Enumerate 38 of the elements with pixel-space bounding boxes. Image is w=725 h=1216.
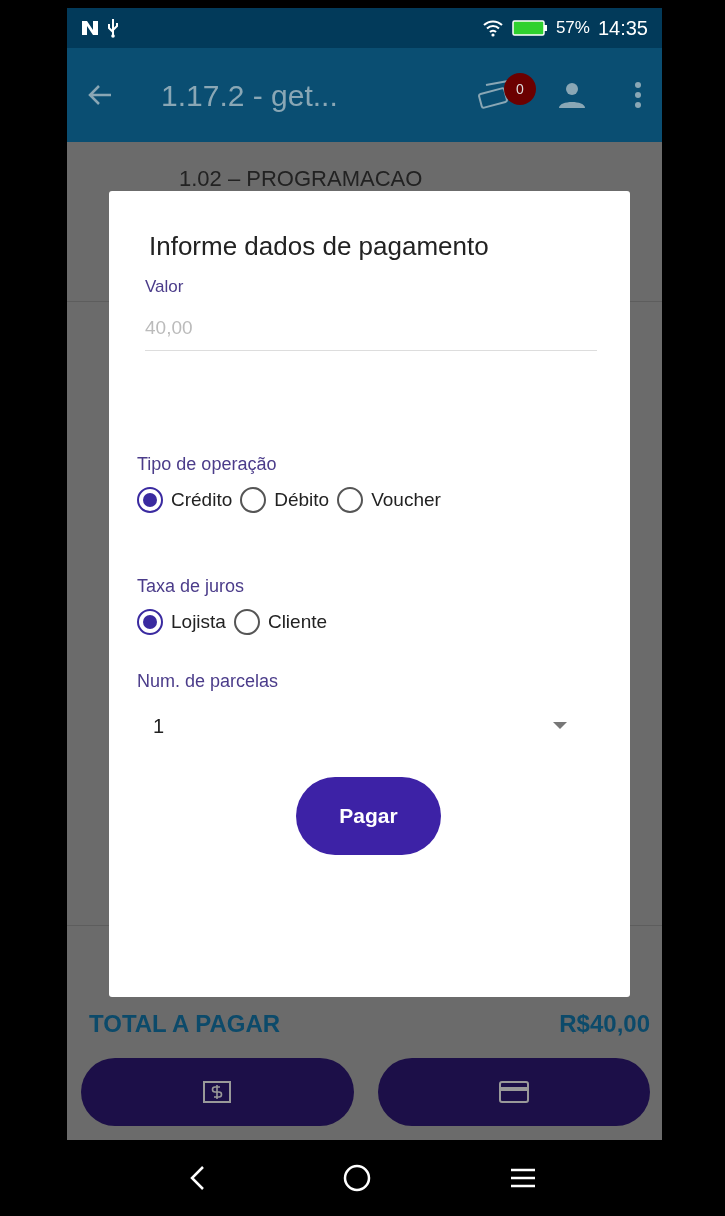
- more-options-icon[interactable]: [634, 81, 642, 109]
- usb-icon: [107, 18, 119, 38]
- radio-button[interactable]: [137, 487, 163, 514]
- cash-icon: [202, 1080, 233, 1104]
- total-label: TOTAL A PAGAR: [89, 1009, 281, 1039]
- clock-time: 14:35: [597, 16, 648, 41]
- card-icon: [497, 1080, 530, 1104]
- installments-dropdown[interactable]: 1: [137, 711, 567, 741]
- dialog-title: Informe dados de pagamento: [149, 230, 490, 263]
- item-title: 1.02 – PROGRAMACAO: [179, 166, 423, 191]
- radio-button[interactable]: [233, 608, 260, 635]
- field-label: Valor: [145, 276, 185, 298]
- radio-label[interactable]: Cliente: [267, 607, 328, 636]
- radio-label[interactable]: Lojista: [171, 607, 226, 636]
- group-label: Tipo de operação: [137, 453, 278, 476]
- back-arrow-icon[interactable]: [87, 84, 113, 106]
- cards-icon[interactable]: [478, 79, 510, 111]
- total-amount: R$40,00: [559, 1009, 650, 1039]
- radio-label[interactable]: Voucher: [371, 486, 441, 515]
- count-badge: 0: [504, 73, 536, 105]
- home-icon[interactable]: [343, 1164, 372, 1192]
- radio-button[interactable]: [137, 608, 163, 635]
- back-icon[interactable]: [189, 1165, 206, 1191]
- battery-percent: 57%: [555, 17, 590, 40]
- field-label: Num. de parcelas: [137, 670, 280, 693]
- dropdown-caret-icon: [553, 722, 567, 730]
- radio-label[interactable]: Débito: [274, 486, 330, 515]
- nfc-icon: [81, 20, 99, 36]
- radio-label[interactable]: Crédito: [171, 486, 233, 515]
- person-icon[interactable]: [558, 82, 586, 108]
- wifi-icon: [481, 19, 504, 37]
- group-label: Taxa de juros: [137, 574, 246, 598]
- app-bar-title: 1.17.2 - get...: [161, 77, 338, 114]
- menu-icon[interactable]: [509, 1167, 536, 1189]
- radio-button[interactable]: [240, 487, 267, 514]
- pay-button[interactable]: Pagar: [296, 777, 441, 855]
- radio-button[interactable]: [337, 487, 364, 514]
- battery-icon: [511, 19, 548, 37]
